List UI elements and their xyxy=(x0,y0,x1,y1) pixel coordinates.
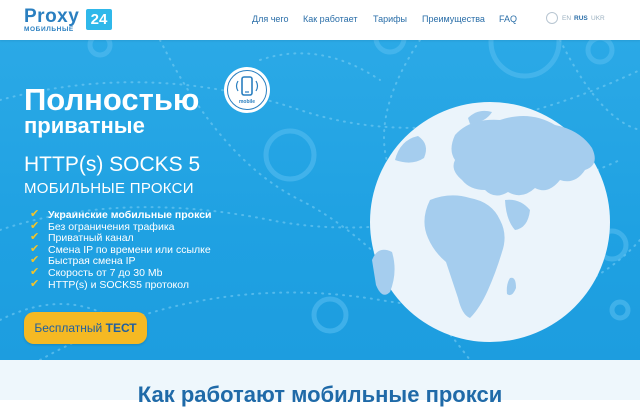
hero-subtitle: МОБИЛЬНЫЕ ПРОКСИ xyxy=(24,180,194,197)
lang-en[interactable]: EN xyxy=(562,15,571,22)
nav-item-how-it-works[interactable]: Как работает xyxy=(303,14,358,24)
globe-illustration xyxy=(370,102,610,342)
nav-item-advantages[interactable]: Преимущества xyxy=(422,14,485,24)
check-icon: ✔ xyxy=(30,265,40,278)
check-icon: ✔ xyxy=(30,277,40,290)
free-test-button[interactable]: Бесплатный ТЕСТ xyxy=(24,312,147,344)
lang-ukr[interactable]: UKR xyxy=(591,15,605,22)
feature-list: ✔ Украинские мобильные прокси ✔ Без ограни… xyxy=(30,208,212,291)
logo-badge: 24 xyxy=(86,9,112,30)
section-title: Как работают мобильные прокси xyxy=(137,382,503,407)
nav-item-tariffs[interactable]: Тарифы xyxy=(373,14,407,24)
phone-signal-icon xyxy=(235,76,259,96)
check-icon: ✔ xyxy=(30,208,40,220)
mobile-badge: mobile xyxy=(224,67,270,113)
feature-item: ✔ HTTP(s) и SOCKS5 протокол xyxy=(30,277,189,291)
hero-protocols: HTTP(s) SOCKS 5 xyxy=(24,153,201,176)
cta-prefix: Бесплатный xyxy=(34,321,103,335)
logo-word: Proxy xyxy=(24,6,80,27)
cta-emphasis: ТЕСТ xyxy=(105,321,137,335)
hero-title-line1: Полностью xyxy=(24,82,200,117)
hero-title-line2: приватные xyxy=(24,113,145,138)
logo-subtitle: МОБИЛЬНЫЕ xyxy=(24,26,74,33)
lang-rus[interactable]: RUS xyxy=(574,15,588,22)
how-it-works-section: Как работают мобильные прокси xyxy=(0,360,640,407)
badge-caption: mobile xyxy=(238,99,256,105)
globe-icon xyxy=(546,12,558,24)
nav-item-purpose[interactable]: Для чего xyxy=(252,14,289,24)
hero-section: mobile Полностью приватные HTTP(s) SOCKS… xyxy=(0,40,640,360)
site-header: Proxy 24 МОБИЛЬНЫЕ Для чего Как работает… xyxy=(0,0,640,40)
nav-item-faq[interactable]: FAQ xyxy=(499,14,517,24)
